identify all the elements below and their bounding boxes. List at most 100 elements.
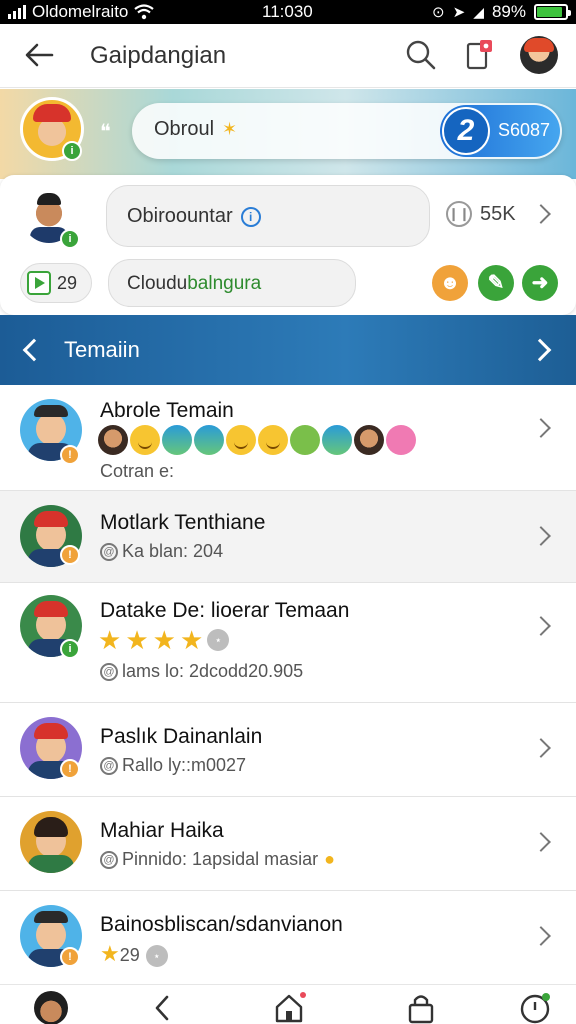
list-item-badge: i [60,639,80,659]
edit-button[interactable]: ✎ [478,265,514,301]
profile-avatar[interactable] [520,36,558,74]
section-next-icon[interactable] [528,338,552,362]
more-icon: ⋆ [207,629,230,651]
banner-pill[interactable]: Obroul ✶ 2 S6087 [132,103,562,159]
list-item[interactable]: ! Abrole Temain Cotran e: [0,385,576,491]
search-icon[interactable] [404,38,438,72]
smile-emoji-icon [130,425,160,455]
star-icon: ★ [98,625,122,655]
section-header: Temaiin [0,315,576,385]
secondary-pill[interactable]: Cloudubalngura [108,259,356,307]
star-icon: ★ [152,625,176,655]
page-title: Gaipdangian [90,42,227,69]
list-item[interactable]: ! Motlark Tenthiane @ Ka blan: 204 [0,491,576,583]
globe-emoji-icon [162,425,192,455]
play-pill[interactable]: 29 [20,263,92,303]
avatar-emoji-icon [354,425,384,455]
battery-icon [534,4,571,20]
card-avatar-badge: i [60,229,80,249]
thumbs-icon: ● [324,849,335,869]
emoji-strip [98,425,416,455]
list-item-subtitle: ★29 ⋆ [100,941,168,968]
smile-emoji-icon [226,425,256,455]
signal-icon [8,5,26,19]
app-header: Gaipdangian [0,24,576,88]
list-item-badge: ! [60,545,80,565]
more-icon: ⋆ [145,945,168,968]
chevron-right-icon[interactable] [531,418,551,438]
section-title: Temaiin [64,337,140,362]
at-icon: @ [100,757,118,776]
list-item-subtitle: @ Ka blan: 204 [100,541,223,562]
status-right: ⊙ ➤ ◢ 89% [432,2,571,22]
summary-card: i Obiroountar i ❙❙ 55K 29 Cloudubalngura … [0,175,576,315]
list-item-avatar [20,811,82,873]
rating-stars: ★ ★ ★ ★ ⋆ [98,625,230,655]
heart-emoji-icon [386,425,416,455]
count-pill[interactable]: 2 S6087 [440,105,560,157]
notification-icon[interactable] [462,38,496,72]
emoji-button[interactable]: ☻ [432,265,468,301]
alarm-icon: ⊙ [432,4,445,21]
chevron-right-icon[interactable] [531,926,551,946]
list-item[interactable]: i Datake De: lioerar Temaan ★ ★ ★ ★ ⋆ @ l… [0,583,576,703]
at-icon: @ [100,543,118,562]
card-count-value: 55K [480,202,516,225]
primary-pill[interactable]: Obiroountar i [106,185,430,247]
card-count: ❙❙ 55K [446,201,516,227]
cell-icon: ◢ [473,3,484,20]
banner-pill-label: Obroul ✶ [154,118,238,140]
star-icon: ★ [100,941,120,966]
chevron-right-icon[interactable] [531,616,551,636]
count-number: 2 [442,107,490,155]
bottom-nav [0,984,576,1024]
list-item-title: Paslık Dainanlain [100,725,263,748]
info-icon[interactable]: i [240,206,261,227]
secondary-pill-label: Cloudubalngura [127,273,262,294]
star-icon: ★ [179,625,204,655]
chevron-right-icon[interactable] [531,526,551,546]
nav-back-icon[interactable] [146,991,180,1024]
back-arrow-icon[interactable] [22,38,56,72]
at-icon: @ [100,851,118,870]
clock-icon[interactable] [518,991,552,1024]
list-item-title: Abrole Temain [100,399,234,422]
list-item[interactable]: Mahiar Haika @ Pinnido: 1apsidal masiar ● [0,797,576,891]
list-item-title: Mahiar Haika [100,819,224,842]
list-item-subtitle: @ Pinnido: 1apsidal masiar ● [100,849,335,870]
location-icon: ➤ [452,4,466,21]
chevron-right-icon[interactable] [531,832,551,852]
forward-button[interactable]: ➜ [522,265,558,301]
globe-emoji-icon [194,425,224,455]
section-prev-icon[interactable] [22,338,46,362]
list-item-subtitle: @ lams lo: 2dcodd20.905 [100,661,303,682]
play-count: 29 [57,272,78,293]
list-item[interactable]: ! Paslık Dainanlain @ Rallo ly::m0027 [0,703,576,797]
list-item-badge: ! [60,759,80,779]
list-item[interactable]: ! Bainosbliscan/sdanvianon ★29 ⋆ [0,891,576,985]
count-icon: ❙❙ [446,201,472,227]
status-time: 11:030 [262,2,313,21]
wifi-icon [134,4,155,20]
status-left: Oldomelraito [8,2,228,22]
avatar-emoji-icon [98,425,128,455]
globe-emoji-icon [322,425,352,455]
count-text: S6087 [498,120,551,140]
banner: i ❝ Obroul ✶ 2 S6087 [0,89,576,179]
play-icon [27,271,51,295]
list-item-badge: ! [60,947,80,967]
list-item-title: Bainosbliscan/sdanvianon [100,913,343,936]
at-icon: @ [100,663,118,682]
star-icon: ★ [125,625,149,655]
home-icon[interactable] [272,991,306,1024]
speech-icon: ❝ [100,121,111,143]
lock-icon[interactable] [404,991,438,1024]
nav-profile-avatar[interactable] [34,991,68,1024]
chevron-right-icon[interactable] [531,738,551,758]
chevron-right-icon[interactable] [531,204,551,224]
list-item-title: Motlark Tenthiane [100,511,266,534]
list-item-badge: ! [60,445,80,465]
battery-percent: 89% [491,2,526,21]
sparkle-icon: ✶ [222,119,238,139]
hands-emoji-icon [258,425,288,455]
